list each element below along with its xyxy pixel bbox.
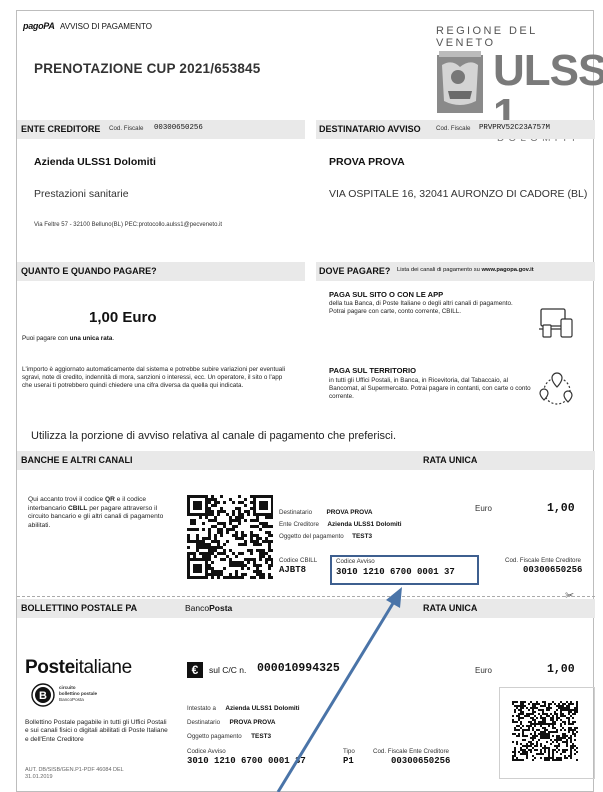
pay-mode: Puoi pagare con una unica rata. <box>22 335 114 342</box>
banche-cf-value: 00300650256 <box>523 565 583 575</box>
quanto-bar-label: QUANTO E QUANDO PAGARE? <box>21 266 157 276</box>
online-title: PAGA SUL SITO O CON LE APP <box>329 290 444 299</box>
banche-bar-label: BANCHE E ALTRI CANALI <box>21 455 133 465</box>
ente-name: Azienda ULSS1 Dolomiti <box>34 156 156 168</box>
bollettino-cf-value: 00300650256 <box>391 756 451 766</box>
bollettino-avviso-value: 3010 1210 6700 0001 37 <box>187 756 306 766</box>
bancoposta-prefix: Banco <box>185 603 210 613</box>
datamatrix-code <box>512 701 578 761</box>
poste-logo-normal: italiane <box>74 657 132 678</box>
bollettino-bar: BOLLETTINO POSTALE PA BancoPosta RATA UN… <box>17 599 595 618</box>
banche-desc-1: Qui accanto trovi il codice <box>28 496 104 503</box>
bollettino-b-logo: B <box>31 683 55 707</box>
quanto-bar: QUANTO E QUANDO PAGARE? <box>17 262 305 281</box>
codice-avviso-label: Codice Avviso <box>336 558 375 565</box>
online-text: della tua Banca, di Poste Italiane o deg… <box>329 300 513 316</box>
banche-desc-cbill: CBILL <box>67 504 88 512</box>
pay-mode-suffix: . <box>112 335 115 342</box>
bollettino-bar-label: BOLLETTINO POSTALE PA <box>21 603 138 613</box>
svg-text:B: B <box>39 690 47 702</box>
cbill-label: Codice CBILL <box>279 557 318 564</box>
bollettino-description: Bollettino Postale pagabile in tutti gli… <box>25 719 168 743</box>
banche-bar: BANCHE E ALTRI CANALI RATA UNICA <box>17 451 595 470</box>
circuito-line-3: BancoPosta <box>59 696 84 702</box>
bollettino-oggetto-label: Oggetto pagamento <box>187 733 242 740</box>
destinatario-bar-label: DESTINATARIO AVVISO <box>319 124 421 134</box>
dove-bar-note-text: Lista dei canali di pagamento su <box>397 267 480 273</box>
bancoposta-bold: Posta <box>209 603 233 613</box>
banche-euro-value: 1,00 <box>547 502 575 515</box>
cc-label: sul C/C n. <box>209 665 247 675</box>
dove-bar: DOVE PAGARE? Lista dei canali di pagamen… <box>316 262 595 281</box>
ente-cf-value: 00300650256 <box>154 124 203 132</box>
ente-bar: ENTE CREDITORE Cod. Fiscale 00300650256 <box>17 120 305 139</box>
ente-service: Prestazioni sanitarie <box>34 188 129 200</box>
destinatario-cf-label: Cod. Fiscale <box>436 125 471 132</box>
posteitaliane-logo: Posteitaliane <box>25 657 132 679</box>
destinatario-cf-value: PRVPRV52C23A757M <box>479 124 550 132</box>
bollettino-oggetto-value: TEST3 <box>251 733 272 740</box>
ente-cf-label: Cod. Fiscale <box>109 125 144 132</box>
bancoposta-label: BancoPosta <box>185 603 232 613</box>
ente-bar-label: ENTE CREDITORE <box>21 124 101 134</box>
territorio-title: PAGA SUL TERRITORIO <box>329 366 417 375</box>
pagopa-site-link[interactable]: www.pagopa.gov.it <box>481 267 533 273</box>
destinatario-bar: DESTINATARIO AVVISO Cod. Fiscale PRVPRV5… <box>316 120 595 139</box>
pay-mode-prefix: Puoi pagare con <box>22 335 68 342</box>
banche-desc-qr: QR <box>104 496 115 503</box>
notice-title: AVVISO DI PAGAMENTO <box>60 22 153 31</box>
codice-avviso-value: 3010 1210 6700 0001 37 <box>336 567 455 577</box>
pagopa-logo: pagoPA <box>23 21 55 31</box>
bollettino-avviso-label: Codice Avviso <box>187 748 226 755</box>
euro-icon: € <box>187 662 203 678</box>
destinatario-address: VIA OSPITALE 16, 32041 AURONZO DI CADORE… <box>329 188 588 200</box>
destinatario-name: PROVA PROVA <box>329 156 405 168</box>
tipo-value: P1 <box>343 756 354 766</box>
cbill-value: AJBT8 <box>279 565 307 575</box>
bollettino-euro-value: 1,00 <box>547 663 575 676</box>
bollettino-euro-label: Euro <box>475 666 492 675</box>
banche-oggetto-label: Oggetto del pagamento <box>279 533 344 540</box>
map-pins-icon <box>538 369 576 409</box>
cut-line <box>17 596 595 597</box>
dove-bar-note: Lista dei canali di pagamento su www.pag… <box>397 267 534 273</box>
bollettino-details: Intestato a Azienda ULSS1 Dolomiti Desti… <box>187 697 447 740</box>
prenotazione-title: PRENOTAZIONE CUP 2021/653845 <box>34 61 261 76</box>
circuito-text: circuito bollettino postale BancoPosta <box>59 685 97 702</box>
banche-description: Qui accanto trovi il codice QR e il codi… <box>28 496 173 530</box>
pay-mode-bold: una unica rata <box>69 335 113 342</box>
amount-note: L'importo è aggiornato automaticamente d… <box>22 366 286 390</box>
banche-oggetto-value: TEST3 <box>352 533 373 540</box>
amount-total: 1,00 Euro <box>89 309 157 326</box>
bollettino-rata-label: RATA UNICA <box>423 603 478 613</box>
poste-logo-bold: Poste <box>25 657 75 678</box>
aut-text: AUT. DB/SISB/GEN.P1-PDF 46084 DEL 31.01.… <box>25 767 124 780</box>
circuito-line-2: bollettino postale <box>59 690 98 696</box>
banche-euro-label: Euro <box>475 504 492 513</box>
tipo-label: Tipo <box>343 748 355 755</box>
veneto-lion-emblem <box>436 51 484 115</box>
instruction-text: Utilizza la porzione di avviso relativa … <box>31 430 397 442</box>
devices-icon <box>539 305 575 339</box>
payment-notice: pagoPA AVVISO DI PAGAMENTO PRENOTAZIONE … <box>16 10 603 792</box>
bollettino-cf-label: Cod. Fiscale Ente Creditore <box>373 748 450 755</box>
ente-address: Via Feltre 57 - 32100 Belluno(BL) PEC:pr… <box>34 222 223 228</box>
banche-rata-label: RATA UNICA <box>423 455 478 465</box>
cc-value: 000010994325 <box>257 662 340 675</box>
dove-bar-label: DOVE PAGARE? <box>319 266 391 276</box>
territorio-text: in tutti gli Uffici Postali, in Banca, i… <box>329 377 531 401</box>
banche-cf-label: Cod. Fiscale Ente Creditore <box>505 557 582 564</box>
qr-code <box>187 495 274 579</box>
